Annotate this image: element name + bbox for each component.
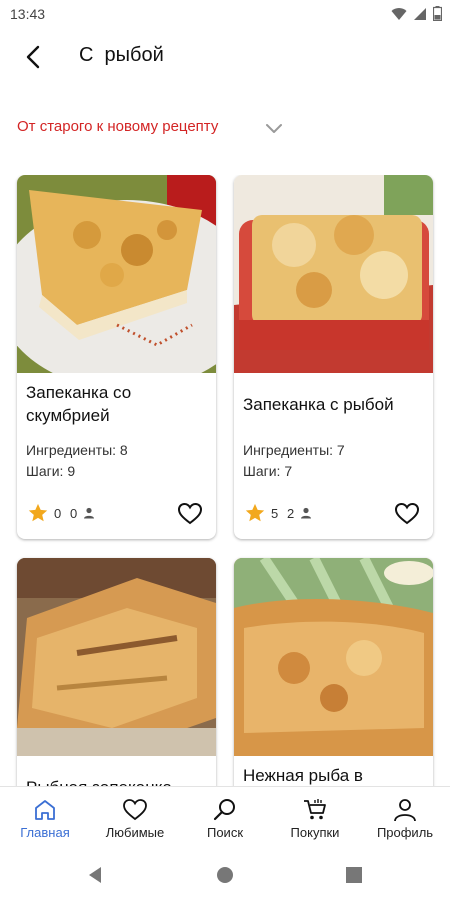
back-arrow-icon xyxy=(26,45,40,69)
app-bar: С рыбой xyxy=(0,36,450,78)
signal-icon xyxy=(414,7,426,20)
sort-selector[interactable]: От старого к новому рецепту xyxy=(0,112,450,142)
rating-value: 5 xyxy=(271,506,279,521)
home-icon xyxy=(35,800,55,820)
recipe-title: Нежная рыба в xyxy=(243,766,363,785)
heart-icon xyxy=(123,799,147,821)
nav-search[interactable]: Поиск xyxy=(180,787,270,849)
recipe-title: Запеканка со скумбрией xyxy=(26,383,132,425)
status-icons xyxy=(391,6,442,21)
recipe-steps: Шаги: 7 xyxy=(243,463,293,479)
recipe-ingredients: Ингредиенты: 7 xyxy=(243,442,345,458)
recipe-image xyxy=(17,558,216,756)
nav-shopping[interactable]: Покупки xyxy=(270,787,360,849)
nav-profile[interactable]: Профиль xyxy=(360,787,450,849)
recipe-steps: Шаги: 9 xyxy=(26,463,76,479)
search-icon xyxy=(213,799,235,821)
system-nav-bar xyxy=(0,848,450,900)
star-icon xyxy=(28,503,48,522)
recipe-title: Запеканка с рыбой xyxy=(243,395,394,414)
votes-count: 0 xyxy=(70,506,78,521)
person-icon xyxy=(301,507,311,519)
person-icon xyxy=(84,507,94,519)
battery-icon xyxy=(433,6,442,21)
recipe-footer: 5 2 xyxy=(234,502,433,526)
system-back-icon[interactable] xyxy=(84,864,106,886)
chevron-down-icon xyxy=(266,124,282,133)
sort-label: От старого к новому рецепту xyxy=(17,118,219,135)
recipe-image xyxy=(234,175,433,373)
recipe-grid: Запеканка со скумбрией Ингредиенты: 8 Ша… xyxy=(0,175,450,787)
nav-favorites[interactable]: Любимые xyxy=(90,787,180,849)
nav-label: Любимые xyxy=(105,825,165,840)
votes-count: 2 xyxy=(287,506,295,521)
system-home-icon[interactable] xyxy=(214,864,236,886)
recipe-ingredients: Ингредиенты: 8 xyxy=(26,442,128,458)
nav-label: Покупки xyxy=(290,825,340,840)
recipe-footer: 0 0 xyxy=(17,502,216,526)
recipe-card[interactable]: Рыбная запеканка xyxy=(17,558,216,787)
back-button[interactable] xyxy=(18,42,48,72)
nav-label: Главная xyxy=(20,825,70,840)
nav-label: Поиск xyxy=(206,825,244,840)
nav-label: Профиль xyxy=(376,825,434,840)
rating-value: 0 xyxy=(54,506,62,521)
recipe-card[interactable]: Запеканка со скумбрией Ингредиенты: 8 Ша… xyxy=(17,175,216,539)
star-icon xyxy=(245,503,265,522)
profile-icon xyxy=(394,799,416,822)
status-time: 13:43 xyxy=(10,6,46,22)
favorite-heart-icon[interactable] xyxy=(177,501,203,527)
system-recents-icon[interactable] xyxy=(343,864,365,886)
status-bar: 13:43 xyxy=(0,0,450,28)
recipe-card[interactable]: Запеканка с рыбой Ингредиенты: 7 Шаги: 7… xyxy=(234,175,433,539)
page-title: С рыбой xyxy=(79,44,164,66)
recipe-card[interactable]: Нежная рыба в xyxy=(234,558,433,787)
recipe-image xyxy=(17,175,216,373)
nav-home[interactable]: Главная xyxy=(0,787,90,849)
cart-icon xyxy=(304,799,326,820)
favorite-heart-icon[interactable] xyxy=(394,501,420,527)
recipe-image xyxy=(234,558,433,756)
bottom-nav: Главная Любимые Поиск Покупки Профиль xyxy=(0,786,450,848)
wifi-icon xyxy=(391,7,407,20)
